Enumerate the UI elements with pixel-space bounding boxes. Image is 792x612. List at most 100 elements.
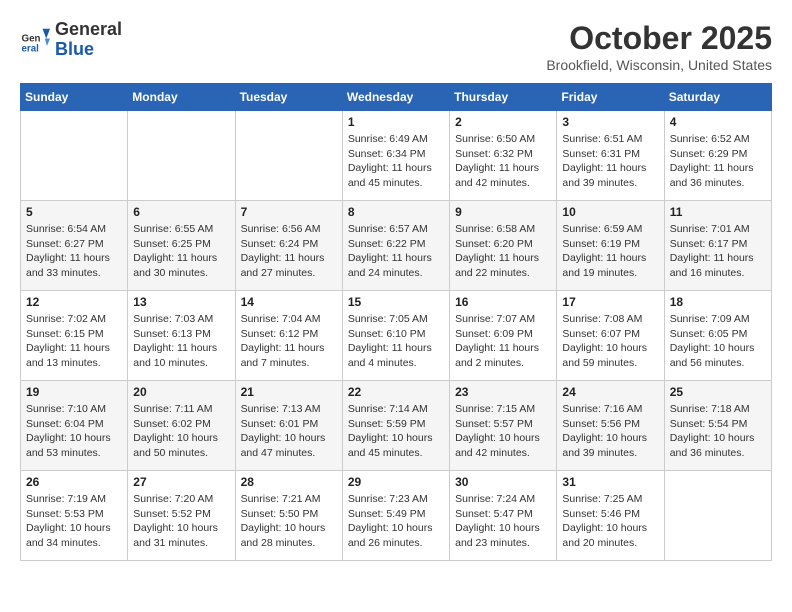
day-number: 20 xyxy=(133,385,229,399)
calendar-cell: 12Sunrise: 7:02 AMSunset: 6:15 PMDayligh… xyxy=(21,291,128,381)
calendar-cell xyxy=(21,111,128,201)
logo-blue: Blue xyxy=(55,40,122,60)
calendar-week-row: 1 Sunrise: 6:49 AMSunset: 6:34 PMDaylight… xyxy=(21,111,772,201)
day-number: 24 xyxy=(562,385,658,399)
day-info: Sunrise: 6:56 AMSunset: 6:24 PMDaylight:… xyxy=(241,222,337,281)
weekday-header: Monday xyxy=(128,84,235,111)
day-info: Sunrise: 7:24 AMSunset: 5:47 PMDaylight:… xyxy=(455,492,551,551)
calendar-cell: 17 Sunrise: 7:08 AMSunset: 6:07 PMDayligh… xyxy=(557,291,664,381)
day-info: Sunrise: 6:57 AMSunset: 6:22 PMDaylight:… xyxy=(348,222,444,281)
calendar-cell: 19 Sunrise: 7:10 AMSunset: 6:04 PMDayligh… xyxy=(21,381,128,471)
calendar-cell: 16 Sunrise: 7:07 AMSunset: 6:09 PMDayligh… xyxy=(450,291,557,381)
calendar-cell: 15Sunrise: 7:05 AMSunset: 6:10 PMDayligh… xyxy=(342,291,449,381)
calendar-cell: 23 Sunrise: 7:15 AMSunset: 5:57 PMDayligh… xyxy=(450,381,557,471)
calendar-cell: 2 Sunrise: 6:50 AMSunset: 6:32 PMDaylight… xyxy=(450,111,557,201)
day-info: Sunrise: 7:03 AMSunset: 6:13 PMDaylight:… xyxy=(133,312,229,371)
day-number: 12 xyxy=(26,295,122,309)
weekday-header-row: SundayMondayTuesdayWednesdayThursdayFrid… xyxy=(21,84,772,111)
day-info: Sunrise: 6:54 AMSunset: 6:27 PMDaylight:… xyxy=(26,222,122,281)
day-info: Sunrise: 7:15 AMSunset: 5:57 PMDaylight:… xyxy=(455,402,551,461)
day-number: 10 xyxy=(562,205,658,219)
calendar-cell: 27 Sunrise: 7:20 AMSunset: 5:52 PMDayligh… xyxy=(128,471,235,561)
calendar-cell xyxy=(235,111,342,201)
calendar-cell: 31 Sunrise: 7:25 AMSunset: 5:46 PMDayligh… xyxy=(557,471,664,561)
calendar-cell: 13 Sunrise: 7:03 AMSunset: 6:13 PMDayligh… xyxy=(128,291,235,381)
calendar-table: SundayMondayTuesdayWednesdayThursdayFrid… xyxy=(20,83,772,561)
day-info: Sunrise: 7:20 AMSunset: 5:52 PMDaylight:… xyxy=(133,492,229,551)
day-number: 21 xyxy=(241,385,337,399)
calendar-cell: 26 Sunrise: 7:19 AMSunset: 5:53 PMDayligh… xyxy=(21,471,128,561)
calendar-cell: 29Sunrise: 7:23 AMSunset: 5:49 PMDayligh… xyxy=(342,471,449,561)
calendar-cell: 6 Sunrise: 6:55 AMSunset: 6:25 PMDaylight… xyxy=(128,201,235,291)
calendar-week-row: 5 Sunrise: 6:54 AMSunset: 6:27 PMDaylight… xyxy=(21,201,772,291)
day-number: 11 xyxy=(670,205,766,219)
day-info: Sunrise: 7:19 AMSunset: 5:53 PMDaylight:… xyxy=(26,492,122,551)
day-number: 18 xyxy=(670,295,766,309)
weekday-header: Wednesday xyxy=(342,84,449,111)
day-number: 13 xyxy=(133,295,229,309)
calendar-cell: 8 Sunrise: 6:57 AMSunset: 6:22 PMDaylight… xyxy=(342,201,449,291)
day-info: Sunrise: 6:50 AMSunset: 6:32 PMDaylight:… xyxy=(455,132,551,191)
day-number: 8 xyxy=(348,205,444,219)
day-info: Sunrise: 7:07 AMSunset: 6:09 PMDaylight:… xyxy=(455,312,551,371)
calendar-cell: 4 Sunrise: 6:52 AMSunset: 6:29 PMDaylight… xyxy=(664,111,771,201)
day-info: Sunrise: 7:25 AMSunset: 5:46 PMDaylight:… xyxy=(562,492,658,551)
calendar-cell xyxy=(664,471,771,561)
logo: Gen eral General Blue xyxy=(20,20,122,60)
calendar-cell: 5 Sunrise: 6:54 AMSunset: 6:27 PMDaylight… xyxy=(21,201,128,291)
day-number: 2 xyxy=(455,115,551,129)
day-info: Sunrise: 7:14 AMSunset: 5:59 PMDaylight:… xyxy=(348,402,444,461)
day-number: 15 xyxy=(348,295,444,309)
calendar-cell: 18 Sunrise: 7:09 AMSunset: 6:05 PMDayligh… xyxy=(664,291,771,381)
day-number: 7 xyxy=(241,205,337,219)
calendar-cell: 22 Sunrise: 7:14 AMSunset: 5:59 PMDayligh… xyxy=(342,381,449,471)
day-number: 30 xyxy=(455,475,551,489)
day-info: Sunrise: 7:11 AMSunset: 6:02 PMDaylight:… xyxy=(133,402,229,461)
day-number: 5 xyxy=(26,205,122,219)
day-number: 23 xyxy=(455,385,551,399)
day-info: Sunrise: 7:04 AMSunset: 6:12 PMDaylight:… xyxy=(241,312,337,371)
day-number: 26 xyxy=(26,475,122,489)
day-number: 3 xyxy=(562,115,658,129)
calendar-week-row: 12Sunrise: 7:02 AMSunset: 6:15 PMDayligh… xyxy=(21,291,772,381)
logo-general: General xyxy=(55,20,122,40)
calendar-cell: 7 Sunrise: 6:56 AMSunset: 6:24 PMDaylight… xyxy=(235,201,342,291)
calendar-cell: 11Sunrise: 7:01 AMSunset: 6:17 PMDayligh… xyxy=(664,201,771,291)
day-number: 28 xyxy=(241,475,337,489)
weekday-header: Sunday xyxy=(21,84,128,111)
day-info: Sunrise: 6:51 AMSunset: 6:31 PMDaylight:… xyxy=(562,132,658,191)
day-number: 6 xyxy=(133,205,229,219)
day-info: Sunrise: 6:52 AMSunset: 6:29 PMDaylight:… xyxy=(670,132,766,191)
logo-text: General Blue xyxy=(55,20,122,60)
day-info: Sunrise: 7:09 AMSunset: 6:05 PMDaylight:… xyxy=(670,312,766,371)
day-info: Sunrise: 6:59 AMSunset: 6:19 PMDaylight:… xyxy=(562,222,658,281)
day-number: 31 xyxy=(562,475,658,489)
day-number: 4 xyxy=(670,115,766,129)
calendar-week-row: 26 Sunrise: 7:19 AMSunset: 5:53 PMDayligh… xyxy=(21,471,772,561)
day-info: Sunrise: 7:23 AMSunset: 5:49 PMDaylight:… xyxy=(348,492,444,551)
day-number: 19 xyxy=(26,385,122,399)
day-info: Sunrise: 6:55 AMSunset: 6:25 PMDaylight:… xyxy=(133,222,229,281)
calendar-cell: 10 Sunrise: 6:59 AMSunset: 6:19 PMDayligh… xyxy=(557,201,664,291)
day-number: 22 xyxy=(348,385,444,399)
calendar-cell: 3 Sunrise: 6:51 AMSunset: 6:31 PMDaylight… xyxy=(557,111,664,201)
day-number: 1 xyxy=(348,115,444,129)
calendar-cell: 30 Sunrise: 7:24 AMSunset: 5:47 PMDayligh… xyxy=(450,471,557,561)
day-number: 17 xyxy=(562,295,658,309)
day-number: 27 xyxy=(133,475,229,489)
calendar-week-row: 19 Sunrise: 7:10 AMSunset: 6:04 PMDayligh… xyxy=(21,381,772,471)
day-number: 16 xyxy=(455,295,551,309)
location: Brookfield, Wisconsin, United States xyxy=(546,57,772,73)
day-number: 9 xyxy=(455,205,551,219)
day-info: Sunrise: 7:13 AMSunset: 6:01 PMDaylight:… xyxy=(241,402,337,461)
month-title: October 2025 xyxy=(546,20,772,57)
day-info: Sunrise: 7:08 AMSunset: 6:07 PMDaylight:… xyxy=(562,312,658,371)
day-info: Sunrise: 7:10 AMSunset: 6:04 PMDaylight:… xyxy=(26,402,122,461)
calendar-cell: 9Sunrise: 6:58 AMSunset: 6:20 PMDaylight… xyxy=(450,201,557,291)
calendar-cell: 28Sunrise: 7:21 AMSunset: 5:50 PMDayligh… xyxy=(235,471,342,561)
weekday-header: Saturday xyxy=(664,84,771,111)
page-header: Gen eral General Blue October 2025 Brook… xyxy=(20,20,772,73)
day-info: Sunrise: 7:18 AMSunset: 5:54 PMDaylight:… xyxy=(670,402,766,461)
calendar-cell: 1 Sunrise: 6:49 AMSunset: 6:34 PMDaylight… xyxy=(342,111,449,201)
day-info: Sunrise: 6:49 AMSunset: 6:34 PMDaylight:… xyxy=(348,132,444,191)
